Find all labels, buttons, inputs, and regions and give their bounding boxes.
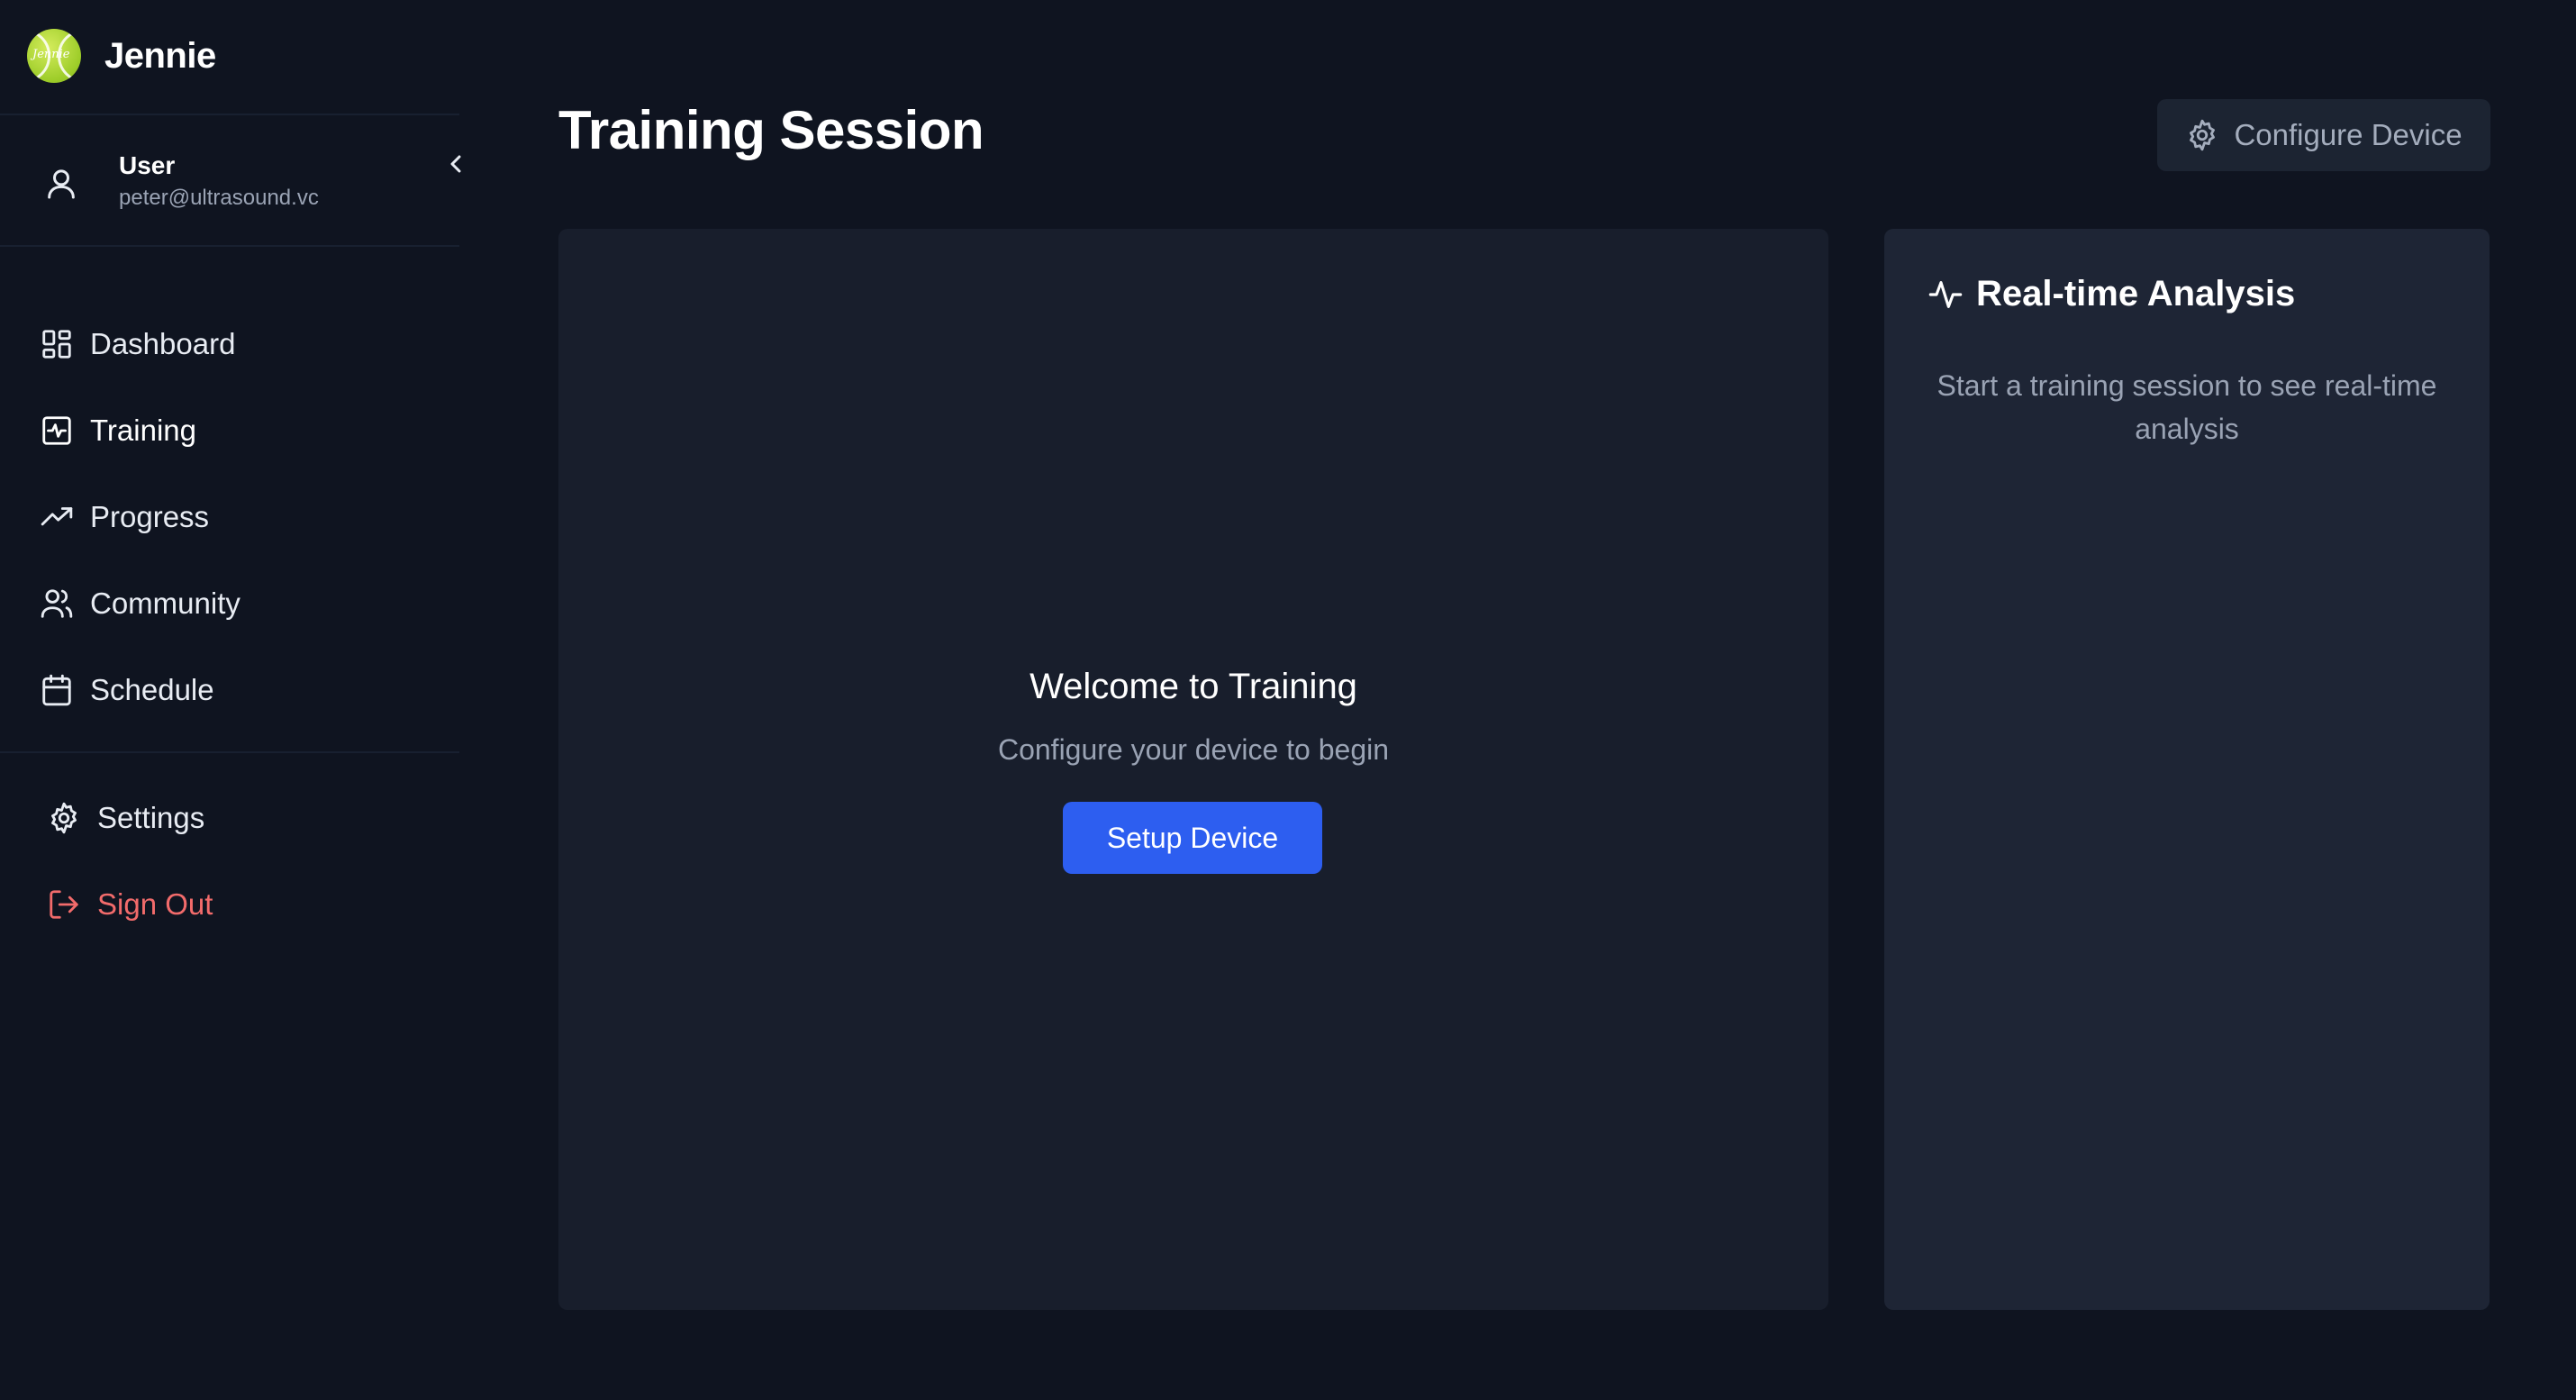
analysis-header: Real-time Analysis [1927, 274, 2295, 314]
analysis-empty-text: Start a training session to see real-tim… [1937, 369, 2437, 445]
user-icon [48, 169, 75, 199]
nav-label: Settings [97, 801, 205, 834]
nav-label: Dashboard [90, 327, 236, 360]
nav-item-progress[interactable]: Progress [36, 474, 450, 560]
gear-icon [51, 802, 77, 834]
nav-item-community[interactable]: Community [36, 560, 450, 647]
nav-item-schedule[interactable]: Schedule [36, 647, 450, 733]
nav-item-settings[interactable]: Settings [43, 775, 458, 861]
configure-device-label: Configure Device [2234, 118, 2463, 151]
nav-item-dashboard[interactable]: Dashboard [36, 301, 450, 387]
welcome-subtitle: Configure your device to begin [997, 733, 1390, 766]
chevron-left-icon [450, 155, 461, 173]
page-title: Training Session [558, 100, 984, 160]
sign-out-icon [50, 890, 78, 919]
community-icon [41, 589, 73, 618]
brand-name: Jennie [104, 35, 216, 76]
welcome-title: Welcome to Training [1029, 667, 1357, 706]
analysis-title: Real-time Analysis [1976, 274, 2296, 314]
nav-item-training[interactable]: Training [36, 387, 450, 474]
progress-icon [41, 507, 73, 526]
bottom-nav: Settings Sign Out [43, 775, 458, 948]
collapse-sidebar-button[interactable] [443, 151, 468, 177]
divider [0, 245, 459, 247]
calendar-icon [42, 674, 71, 706]
user-email: peter@ultrasound.vc [119, 186, 319, 210]
sign-out-button[interactable]: Sign Out [43, 861, 458, 948]
sidebar: Jennie Jennie User peter@ultrasound.vc D… [0, 0, 468, 1400]
training-icon [42, 416, 71, 445]
logo-lettering: Jennie [32, 48, 70, 61]
configure-device-button[interactable]: Configure Device [2157, 99, 2490, 171]
brand[interactable]: Jennie Jennie [27, 27, 216, 85]
analysis-panel: Real-time Analysis Start a training sess… [1884, 229, 2490, 1310]
divider [0, 114, 459, 115]
divider [0, 751, 459, 753]
gear-icon [2190, 119, 2216, 151]
setup-device-button[interactable]: Setup Device [1063, 802, 1322, 874]
nav-label: Progress [90, 500, 210, 533]
training-panel: Welcome to Training Configure your devic… [558, 229, 1828, 1310]
main-nav: Dashboard Training Progress Community Sc… [36, 301, 450, 733]
nav-label: Sign Out [97, 887, 213, 921]
dashboard-icon [42, 330, 71, 359]
user-name: User [119, 151, 176, 179]
user-profile[interactable]: User peter@ultrasound.vc [36, 144, 468, 225]
nav-label: Training [90, 414, 196, 447]
nav-label: Community [90, 586, 240, 620]
brand-logo: Jennie [27, 29, 81, 83]
activity-icon [1928, 280, 1963, 308]
nav-label: Schedule [90, 673, 214, 706]
